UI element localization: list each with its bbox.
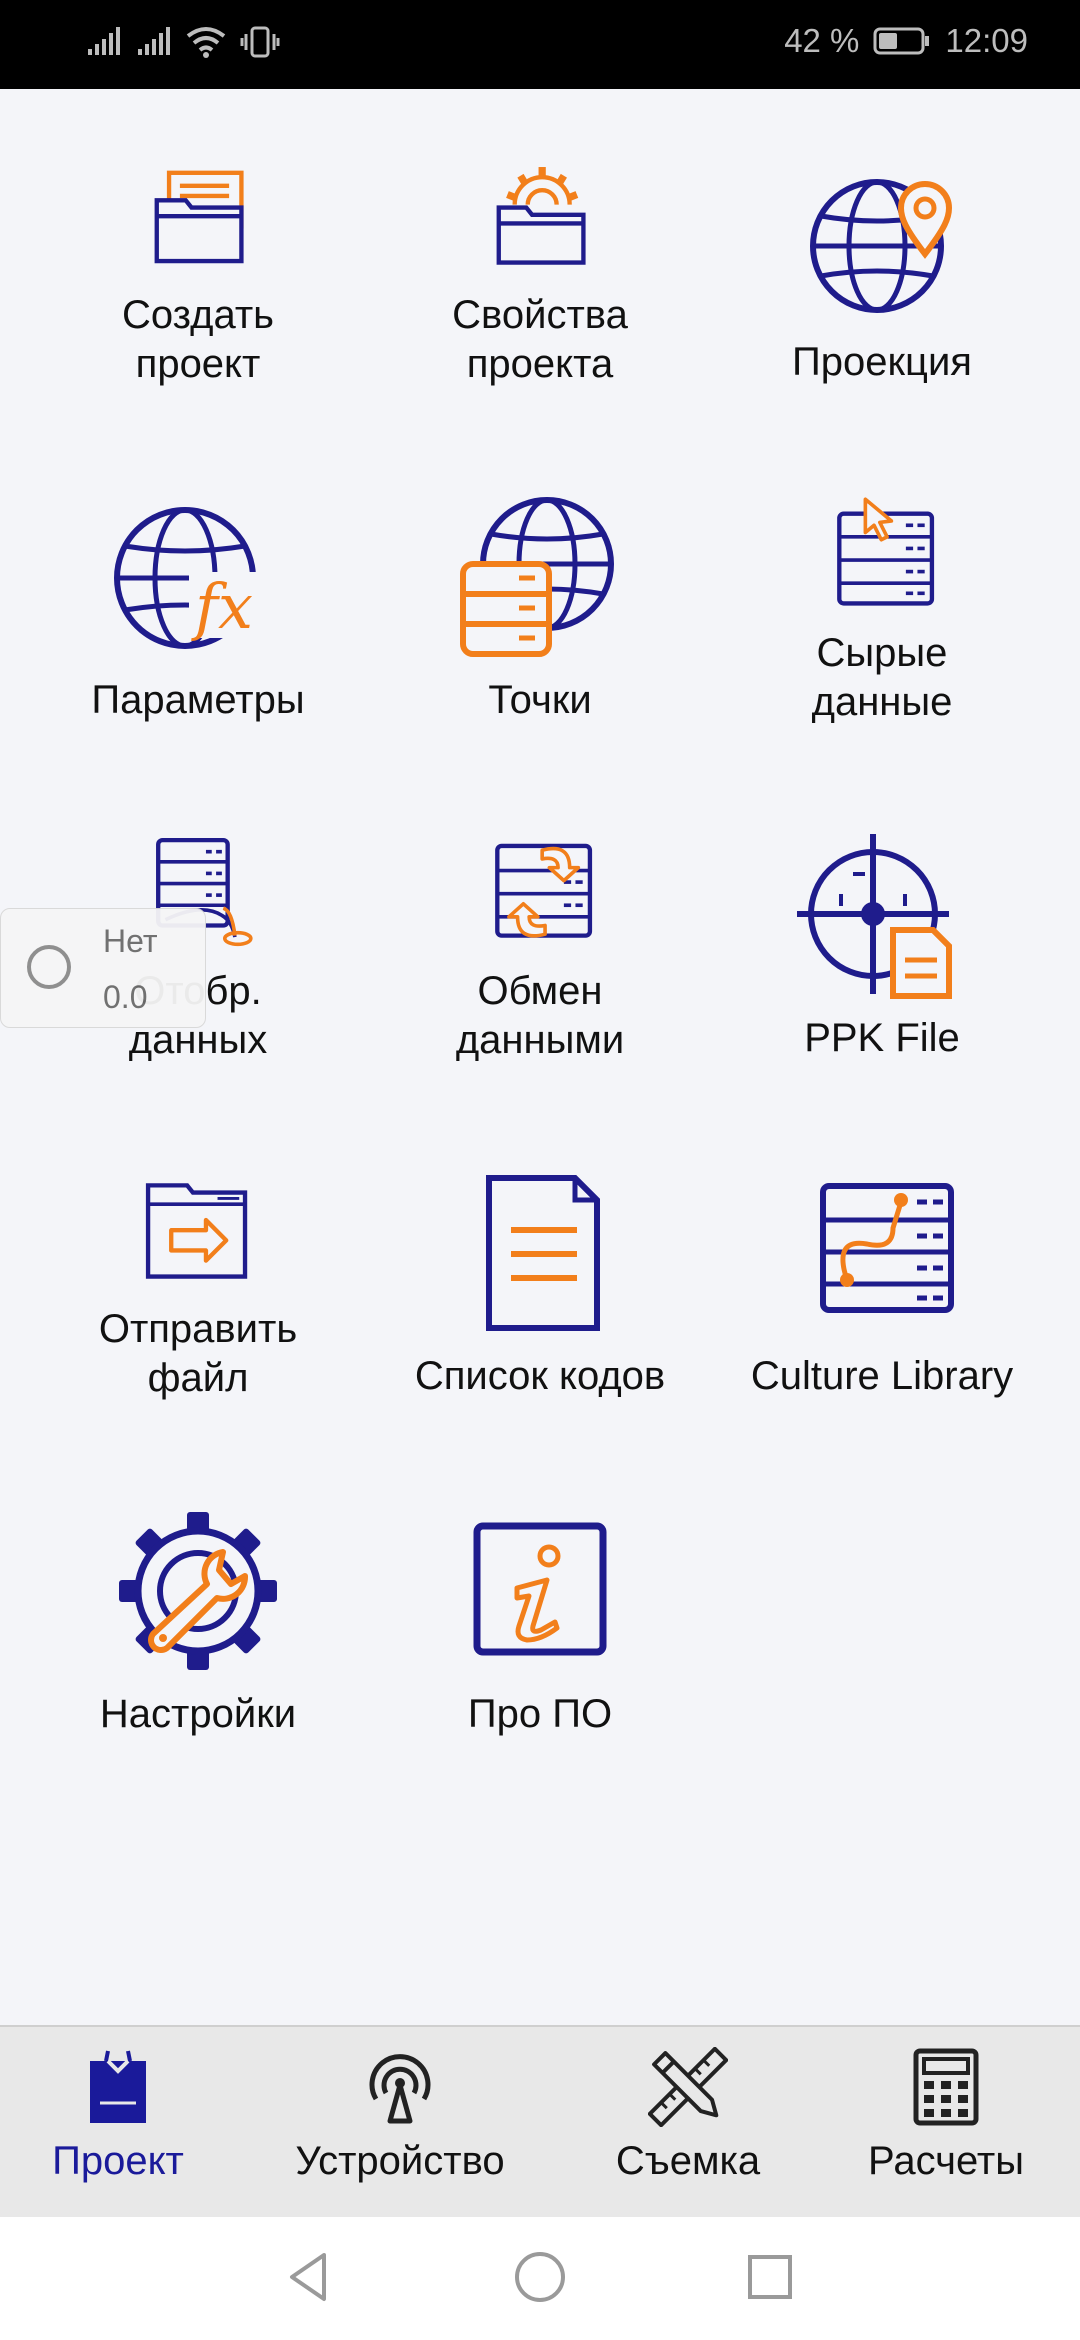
- tab-label: Проект: [52, 2139, 184, 2183]
- menu-item-raw-data[interactable]: Сырые данные: [712, 427, 1052, 727]
- clipboard-icon: [90, 2050, 146, 2123]
- menu-item-label: Проекция: [792, 340, 972, 384]
- status-bar: 42 % 12:09: [0, 0, 1080, 89]
- globe-database-icon: [460, 497, 614, 657]
- menu-item-points[interactable]: Точки: [370, 427, 710, 727]
- menu-item-label: Создать проект: [121, 293, 274, 386]
- info-icon: [473, 1522, 607, 1656]
- tab-label: Расчеты: [868, 2139, 1024, 2183]
- tab-label: Съемка: [615, 2139, 761, 2183]
- menu-item-create-project[interactable]: Создать проект: [28, 89, 368, 389]
- menu-item-code-list[interactable]: Список кодов: [370, 1103, 710, 1403]
- folder-gear-icon: [496, 167, 586, 265]
- tab-device[interactable]: Устройство: [280, 2027, 520, 2219]
- menu-item-label: Сырые данные: [811, 631, 953, 724]
- menu-item-send-file[interactable]: Отправить файл: [28, 1103, 368, 1403]
- battery-icon: [873, 27, 930, 55]
- wifi-icon: [186, 27, 226, 58]
- crosshair-file-icon: [797, 834, 952, 999]
- menu-item-project-properties[interactable]: Свойства проекта: [370, 89, 710, 389]
- accuracy-text: 0.0: [103, 979, 148, 1015]
- status-right: 42 % 12:09: [784, 22, 1028, 60]
- menu-item-parameters[interactable]: fx Параметры: [28, 427, 368, 727]
- menu-item-label: Список кодов: [414, 1354, 666, 1398]
- recents-icon[interactable]: [740, 2247, 800, 2307]
- menu-item-data-exchange[interactable]: Обмен данными: [370, 765, 710, 1065]
- signal-icon: [138, 27, 170, 55]
- menu-item-label: Отправить файл: [98, 1307, 298, 1400]
- menu-item-ppk-file[interactable]: PPK File: [712, 765, 1052, 1065]
- menu-item-label: Настройки: [99, 1692, 297, 1736]
- menu-item-label: Точки: [488, 678, 592, 722]
- data-exchange-icon: [495, 843, 593, 938]
- battery-percent: 42 %: [784, 22, 860, 59]
- globe-function-icon: fx: [114, 507, 275, 649]
- tab-project[interactable]: Проект: [28, 2027, 208, 2219]
- raw-data-cursor-icon: [837, 497, 935, 606]
- menu-item-about[interactable]: Про ПО: [370, 1441, 710, 1741]
- calculator-icon: [913, 2048, 979, 2126]
- tab-survey[interactable]: Съемка: [588, 2027, 788, 2219]
- pencil-ruler-icon: [648, 2047, 728, 2127]
- menu-item-label: Параметры: [91, 678, 305, 722]
- settings-wrench-icon: [119, 1512, 277, 1670]
- folder-send-icon: [145, 1183, 248, 1279]
- fix-status-text: Нет: [103, 923, 158, 959]
- menu-item-label: PPK File: [804, 1016, 960, 1060]
- menu-item-culture-library[interactable]: Culture Library: [712, 1103, 1052, 1403]
- bottom-tab-bar: Проект Устройство Съемка Расчеты: [0, 2025, 1080, 2219]
- menu-item-label: Свойства проекта: [452, 293, 628, 386]
- menu-item-settings[interactable]: Настройки: [28, 1441, 368, 1741]
- back-icon[interactable]: [280, 2247, 340, 2307]
- status-icons-left: [86, 26, 280, 58]
- globe-pin-icon: [810, 179, 953, 313]
- svg-text:fx: fx: [191, 570, 253, 643]
- menu-item-projection[interactable]: Проекция: [712, 89, 1052, 389]
- antenna-icon: [369, 2054, 431, 2124]
- vibrate-icon: [240, 26, 280, 58]
- menu-item-label: Culture Library: [750, 1354, 1014, 1398]
- status-ring-icon: [27, 945, 71, 989]
- menu-item-label: Про ПО: [467, 1692, 613, 1736]
- document-list-icon: [486, 1175, 600, 1331]
- home-icon[interactable]: [510, 2247, 570, 2307]
- signal-icon: [88, 27, 120, 55]
- clock: 12:09: [945, 22, 1028, 59]
- folder-document-icon: [154, 170, 244, 264]
- tab-calculations[interactable]: Расчеты: [846, 2027, 1046, 2219]
- system-nav-bar: [0, 2217, 1080, 2340]
- floating-status-widget[interactable]: Нет 0.0: [0, 908, 206, 1028]
- tab-label: Устройство: [295, 2139, 505, 2183]
- data-path-icon: [820, 1183, 954, 1313]
- menu-item-label: Обмен данными: [455, 969, 625, 1062]
